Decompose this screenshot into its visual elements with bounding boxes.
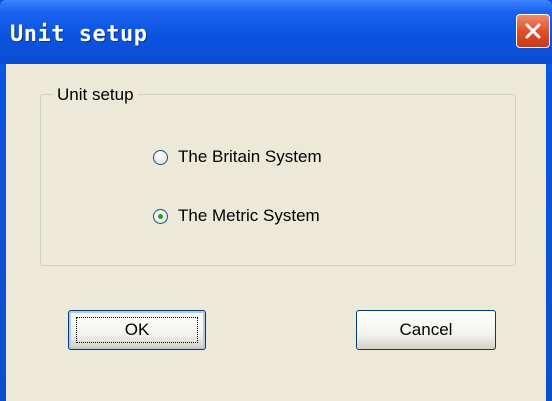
groupbox-label: Unit setup xyxy=(53,85,138,105)
close-button[interactable] xyxy=(516,14,550,48)
title-bar[interactable]: Unit setup xyxy=(0,0,552,64)
dialog-client-area: Unit setup The Britain System The Metric… xyxy=(6,64,546,401)
radio-britain-system[interactable]: The Britain System xyxy=(153,147,322,167)
dialog-window: Unit setup Unit setup The Britain System… xyxy=(0,0,552,401)
radio-label-britain: The Britain System xyxy=(178,147,322,166)
ok-button-label: OK xyxy=(75,317,199,343)
unit-setup-groupbox: Unit setup The Britain System The Metric… xyxy=(40,85,516,266)
cancel-button[interactable]: Cancel xyxy=(356,310,496,350)
radio-label-metric: The Metric System xyxy=(178,206,320,225)
radio-metric-system[interactable]: The Metric System xyxy=(153,206,320,226)
radio-indicator-on xyxy=(158,213,163,219)
cancel-button-label: Cancel xyxy=(399,320,453,339)
radio-indicator-off xyxy=(158,155,163,160)
ok-button[interactable]: OK xyxy=(68,310,206,350)
radio-button-metric[interactable] xyxy=(153,208,168,224)
close-x-icon xyxy=(525,23,541,39)
radio-button-britain[interactable] xyxy=(153,149,168,165)
window-title: Unit setup xyxy=(10,22,148,47)
